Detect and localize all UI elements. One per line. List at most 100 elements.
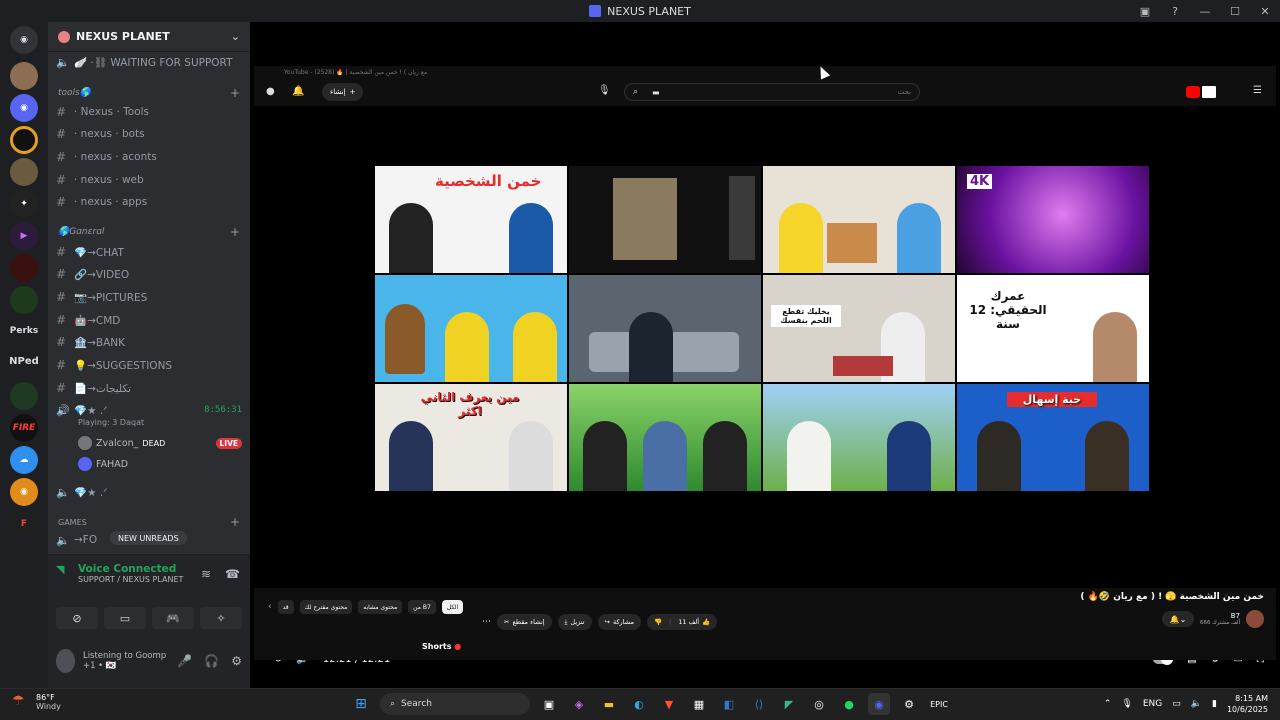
keyboard-icon[interactable]: ▬ bbox=[652, 88, 660, 97]
network-icon[interactable]: ▭ bbox=[1172, 699, 1181, 709]
channel-avatar[interactable] bbox=[1246, 610, 1264, 628]
brave-icon[interactable]: ▼ bbox=[658, 693, 680, 715]
channel-nexus-web[interactable]: # · nexus · web bbox=[56, 170, 242, 190]
thumbnail[interactable]: حبة إسهال bbox=[957, 384, 1149, 491]
category-tools[interactable]: tools🌎 + bbox=[58, 86, 240, 100]
channel-nexus-bots[interactable]: # · nexus · bots bbox=[56, 124, 242, 144]
category-general[interactable]: 🌎Gɑnɛrɑl + bbox=[58, 225, 240, 239]
file-explorer-icon[interactable]: ▬ bbox=[598, 693, 620, 715]
voice-channel-2[interactable]: 🔈 💎★ .ᐟ bbox=[56, 482, 242, 502]
channel-name[interactable]: B7 bbox=[1200, 612, 1240, 620]
noise-suppression-icon[interactable]: ≋ bbox=[201, 567, 211, 581]
browser-tab-title[interactable]: YouTube - (2528) 🔥 | مع ريان ) ! خمن مين… bbox=[284, 69, 427, 76]
more-icon[interactable]: ⋯ bbox=[482, 617, 491, 627]
help-icon[interactable]: ? bbox=[1160, 0, 1190, 22]
youtube-logo[interactable] bbox=[1186, 86, 1216, 98]
avatar[interactable] bbox=[56, 649, 75, 673]
taskbar-search[interactable]: ⌕ Search bbox=[380, 693, 530, 715]
category-games[interactable]: GAMES + bbox=[58, 515, 240, 529]
server-header[interactable]: NEXUS PLANET ⌄ bbox=[48, 22, 250, 52]
spotify-icon[interactable]: ● bbox=[838, 693, 860, 715]
menu-icon[interactable]: ☰ bbox=[1253, 85, 1262, 96]
volume-icon[interactable]: 🔈 bbox=[1191, 699, 1202, 709]
copilot-icon[interactable]: ◈ bbox=[568, 693, 590, 715]
channel-nexus-aconts[interactable]: # · nexus · aconts bbox=[56, 147, 242, 167]
mic-muted-icon[interactable]: 🎤 bbox=[177, 654, 192, 668]
channel-pictures[interactable]: # 📷→PICTURES bbox=[56, 287, 242, 307]
perks-label[interactable]: Perks bbox=[4, 326, 44, 336]
activities-button[interactable]: 🎮 bbox=[152, 607, 194, 629]
headphones-icon[interactable]: 🎧 bbox=[204, 654, 219, 668]
inbox-icon[interactable]: ▣ bbox=[1130, 0, 1160, 22]
chip[interactable]: قد bbox=[277, 600, 294, 614]
thumbnail[interactable] bbox=[763, 166, 955, 273]
notification-bell-icon[interactable]: 🔔 bbox=[292, 86, 304, 97]
new-unreads-button[interactable]: NEW UNREADS bbox=[110, 531, 187, 545]
chip[interactable]: محتوى مشابه bbox=[358, 600, 403, 614]
video-player[interactable]: خمن الشخصية 4K يخليك تقطع اللحم بنفسك عم… bbox=[254, 106, 1276, 665]
stream-view[interactable]: YouTube - (2528) 🔥 | مع ريان ) ! خمن مين… bbox=[250, 22, 1280, 688]
app-icon[interactable]: ◎ bbox=[808, 693, 830, 715]
chevron-left-icon[interactable]: ‹ bbox=[268, 602, 272, 612]
subscribed-bell-button[interactable]: 🔔⌄ bbox=[1162, 611, 1195, 627]
thumbnail[interactable] bbox=[763, 384, 955, 491]
clip-button[interactable]: ✂ إنشاء مقطع bbox=[497, 614, 552, 630]
server-icon[interactable]: ▶ bbox=[10, 222, 38, 250]
chevron-down-icon[interactable]: ⌄ bbox=[231, 30, 240, 43]
voice-channel-waiting[interactable]: 🔈 🪽 ·⛓ WAITING FOR SUPPORT bbox=[56, 52, 242, 72]
thumbnail[interactable]: يخليك تقطع اللحم بنفسك bbox=[763, 275, 955, 382]
server-icon[interactable]: ✦ bbox=[10, 190, 38, 218]
thumbnail[interactable]: 4K bbox=[957, 166, 1149, 273]
channel-bank[interactable]: # 🏦→BANK bbox=[56, 332, 242, 352]
server-icon[interactable]: ◉ bbox=[10, 94, 38, 122]
server-icon[interactable] bbox=[10, 158, 38, 186]
close-button[interactable]: ✕ bbox=[1250, 0, 1280, 22]
clock[interactable]: 8:15 AM 10/6/2025 bbox=[1227, 693, 1268, 715]
mic-icon[interactable]: 🎙 bbox=[1121, 699, 1132, 709]
thumbnail[interactable] bbox=[569, 384, 761, 491]
add-channel-icon[interactable]: + bbox=[230, 515, 240, 529]
channel-suggestions[interactable]: # 💡→SUGGESTIONS bbox=[56, 355, 242, 375]
server-icon[interactable] bbox=[10, 254, 38, 282]
search-input[interactable]: ⌕ ▬ بحث bbox=[624, 83, 920, 101]
camera-off-button[interactable]: ⊘ bbox=[56, 607, 98, 629]
voice-user[interactable]: Zvalcon_ DEAD LIVE bbox=[78, 434, 242, 452]
server-icon[interactable] bbox=[10, 382, 38, 410]
steam-icon[interactable]: ⚙ bbox=[898, 693, 920, 715]
screen-share-button[interactable]: ▭ bbox=[104, 607, 146, 629]
voice-channel-active[interactable]: 🔊 💎★ .ᐟ 8:56:31 bbox=[56, 400, 242, 420]
avatar[interactable]: ● bbox=[266, 86, 275, 97]
soundboard-button[interactable]: ✧ bbox=[200, 607, 242, 629]
chip[interactable]: من B7 bbox=[408, 600, 436, 614]
thumbnail[interactable]: خمن الشخصية bbox=[375, 166, 567, 273]
thumbnail[interactable] bbox=[569, 166, 761, 273]
disconnect-icon[interactable]: ☎ bbox=[225, 567, 240, 581]
voice-connection-status[interactable]: ◥ Voice Connected SUPPORT / NEXUS PLANET bbox=[56, 563, 183, 584]
server-icon[interactable] bbox=[10, 62, 38, 90]
channel-forum[interactable]: # 📄→تكليجات bbox=[56, 378, 242, 398]
windows-start-icon[interactable]: ⊞ bbox=[350, 693, 372, 715]
channel-video[interactable]: # 🔗→VIDEO bbox=[56, 264, 242, 284]
like-dislike-button[interactable]: 👎 | 11 ألف 👍 bbox=[646, 614, 718, 630]
channel-nexus-apps[interactable]: # · nexus · apps bbox=[56, 192, 242, 212]
server-icon[interactable] bbox=[10, 126, 38, 154]
edge-icon[interactable]: ◐ bbox=[628, 693, 650, 715]
task-view-icon[interactable]: ▣ bbox=[538, 693, 560, 715]
server-icon[interactable] bbox=[10, 286, 38, 314]
chip-selected[interactable]: الكل bbox=[441, 600, 464, 614]
cloud-server-icon[interactable]: ☁ bbox=[10, 446, 38, 474]
discord-icon[interactable]: ◉ bbox=[868, 693, 890, 715]
download-button[interactable]: ⤓ تنزيل bbox=[557, 614, 592, 630]
fire-server[interactable]: FIRE bbox=[10, 414, 38, 442]
mic-icon[interactable]: 🎙 bbox=[598, 85, 611, 96]
server-icon[interactable]: F bbox=[10, 510, 38, 538]
thumbnail[interactable] bbox=[375, 275, 567, 382]
share-button[interactable]: ↪ مشاركة bbox=[597, 614, 641, 630]
maximize-button[interactable]: ☐ bbox=[1220, 0, 1250, 22]
channel-cmd[interactable]: # 🤖→CMD bbox=[56, 310, 242, 330]
app-icon[interactable]: ◤ bbox=[778, 693, 800, 715]
vscode-icon[interactable]: ⟨⟩ bbox=[748, 693, 770, 715]
server-icon[interactable]: ◉ bbox=[10, 478, 38, 506]
thumbnail[interactable] bbox=[569, 275, 761, 382]
battery-icon[interactable]: ▮ bbox=[1212, 699, 1217, 709]
